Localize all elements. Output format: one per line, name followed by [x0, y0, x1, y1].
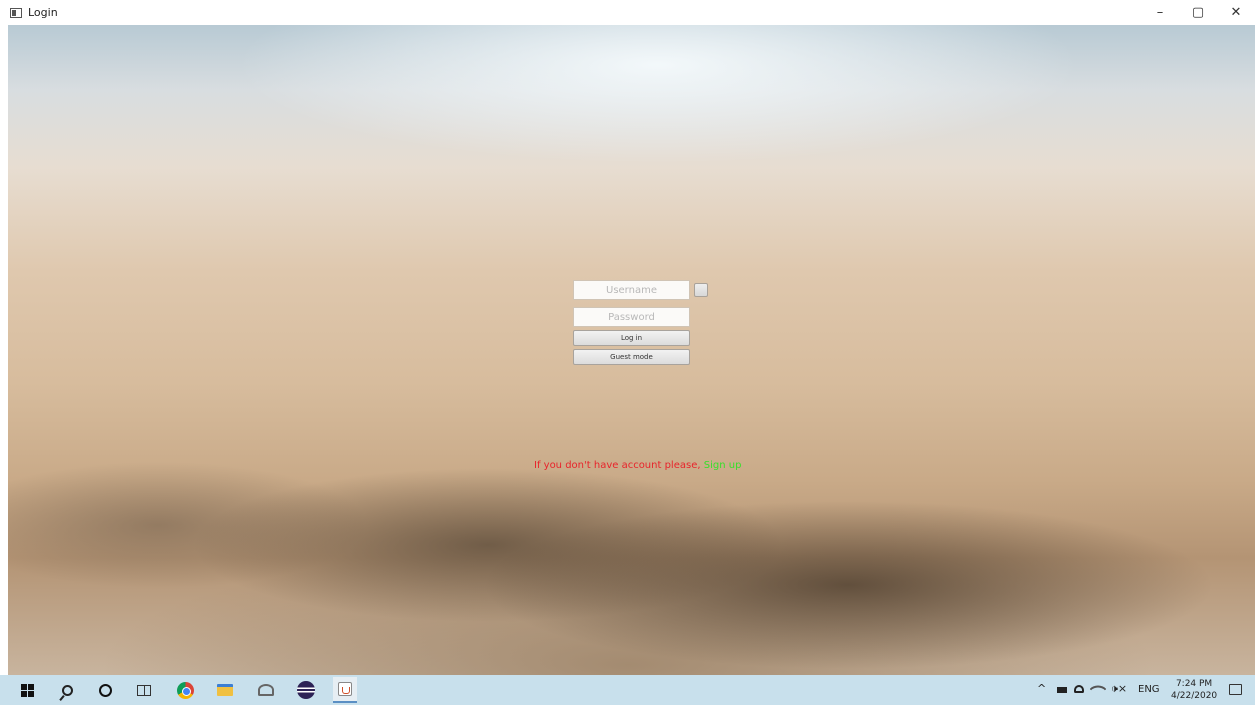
minimize-button[interactable]: –	[1141, 0, 1179, 25]
taskbar-clock[interactable]: 7:24 PM 4/22/2020	[1171, 678, 1217, 702]
maximize-button[interactable]: ▢	[1179, 0, 1217, 25]
search-icon[interactable]	[58, 681, 76, 699]
clock-date: 4/22/2020	[1171, 691, 1218, 701]
system-tray: ^ 🕩× ENG 7:24 PM 4/22/2020	[1025, 675, 1255, 705]
wifi-icon[interactable]	[1089, 680, 1107, 698]
file-explorer-icon[interactable]	[216, 681, 234, 699]
clock-time: 7:24 PM	[1175, 679, 1213, 689]
cortana-icon[interactable]	[96, 681, 114, 699]
login-button[interactable]: Log in	[573, 330, 690, 346]
tray-expand-icon[interactable]: ^	[1037, 682, 1046, 695]
remember-checkbox[interactable]	[694, 283, 708, 297]
notifications-icon[interactable]	[1229, 684, 1242, 695]
username-input[interactable]	[573, 280, 690, 300]
password-input[interactable]	[573, 307, 690, 327]
window-controls: – ▢ ✕	[1141, 0, 1255, 25]
chrome-icon[interactable]	[176, 681, 194, 699]
snail-app-icon[interactable]	[257, 681, 275, 699]
guest-mode-button[interactable]: Guest mode	[573, 349, 690, 365]
language-indicator[interactable]: ENG	[1138, 684, 1160, 695]
volume-icon[interactable]: 🕩×	[1111, 682, 1127, 696]
signup-prompt-line: If you don't have account please, Sign u…	[534, 460, 741, 471]
network-icon[interactable]	[1074, 685, 1084, 693]
windows-start-icon[interactable]	[18, 681, 36, 699]
taskbar: ^ 🕩× ENG 7:24 PM 4/22/2020	[0, 675, 1255, 705]
close-button[interactable]: ✕	[1217, 0, 1255, 25]
signup-prompt-text: If you don't have account please,	[534, 460, 701, 471]
task-view-icon[interactable]	[135, 681, 153, 699]
signup-link[interactable]: Sign up	[704, 460, 742, 471]
battery-icon[interactable]	[1057, 687, 1067, 693]
app-window-icon	[10, 7, 22, 18]
window-titlebar: Login – ▢ ✕	[0, 0, 1255, 25]
eclipse-icon[interactable]	[297, 681, 315, 699]
window-title: Login	[28, 6, 58, 19]
java-app-icon[interactable]	[333, 677, 357, 703]
